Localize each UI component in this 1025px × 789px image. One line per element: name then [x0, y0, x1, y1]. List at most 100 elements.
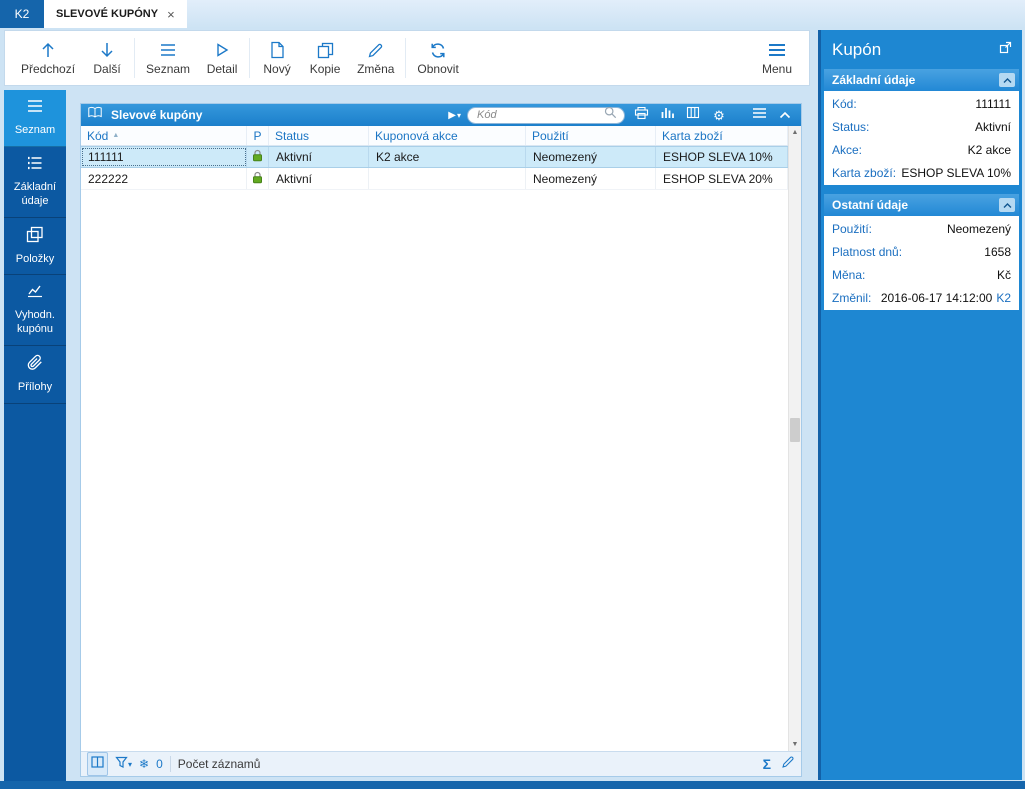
new-button[interactable]: Nový — [253, 33, 301, 83]
section-header[interactable]: Základní údaje — [824, 69, 1019, 91]
scroll-up-icon[interactable]: ▲ — [789, 126, 801, 139]
printer-icon — [634, 106, 649, 125]
previous-button[interactable]: Předchozí — [13, 33, 83, 83]
play-icon: ▶ — [448, 109, 456, 121]
sidebar-item-polozky[interactable]: Položky — [4, 218, 66, 276]
column-header-kod[interactable]: Kód ▲ — [81, 126, 247, 145]
refresh-button-label: Obnovit — [417, 62, 459, 76]
column-header-status[interactable]: Status — [269, 126, 369, 145]
caret-down-icon: ▾ — [456, 110, 461, 120]
field-value: K2 akce — [967, 142, 1011, 157]
toolbar-separator — [134, 38, 136, 78]
field-value: 2016-06-17 14:12:00 K2 — [881, 291, 1011, 305]
print-button[interactable] — [631, 106, 651, 124]
collapse-button[interactable] — [775, 106, 795, 124]
field-value: 111111 — [975, 96, 1011, 111]
lock-icon — [252, 171, 263, 187]
refresh-button[interactable]: Obnovit — [409, 33, 466, 83]
grid-title: Slevové kupóny — [111, 108, 203, 122]
column-header-karta-zbozi[interactable]: Karta zboží — [656, 126, 788, 145]
table-row[interactable]: 222222 Aktivní Neomezený ESHOP SLEVA 20% — [81, 168, 788, 190]
tab-label: SLEVOVÉ KUPÓNY — [56, 8, 159, 20]
sum-icon[interactable]: Σ — [763, 756, 771, 772]
columns-button[interactable] — [683, 106, 703, 124]
coupon-detail-panel: Kupón Základní údaje Kód: 111111 Status:… — [818, 30, 1022, 780]
search-input[interactable] — [475, 108, 600, 122]
field-value: Aktivní — [974, 119, 1011, 134]
bottom-strip — [0, 781, 1025, 789]
bar-chart-icon — [660, 106, 674, 124]
previous-button-label: Předchozí — [21, 62, 76, 76]
chevron-up-icon — [779, 106, 791, 124]
tab-slevove-kupony[interactable]: SLEVOVÉ KUPÓNY × — [44, 0, 187, 28]
pencil-icon — [367, 40, 384, 60]
chevron-up-icon — [1003, 198, 1012, 212]
open-in-window-button[interactable] — [999, 41, 1012, 59]
field-label: Karta zboží: — [832, 165, 897, 180]
column-header-p[interactable]: P — [247, 126, 269, 145]
detail-view-button[interactable]: Detail — [198, 33, 246, 83]
column-header-pouziti[interactable]: Použití — [526, 126, 656, 145]
list-icon — [159, 40, 177, 60]
scrollbar-thumb[interactable] — [790, 418, 800, 442]
search-icon — [604, 106, 617, 124]
filter-button[interactable]: ▾ — [115, 755, 132, 773]
columns-icon — [686, 106, 700, 124]
column-header-row: Kód ▲ P Status Kuponová akce Použití Kar… — [81, 126, 788, 146]
field-value-text: 2016-06-17 14:12:00 — [880, 290, 993, 305]
section-title: Ostatní údaje — [832, 198, 909, 212]
filter-icon — [115, 755, 128, 773]
section-ostatni-udaje: Ostatní údaje Použití: Neomezený Platnos… — [824, 194, 1019, 310]
frozen-rows-indicator[interactable]: ❄ — [139, 758, 149, 770]
cell-lock — [247, 147, 269, 167]
edit-indicator-button[interactable] — [781, 755, 795, 774]
field-value: 1658 — [984, 244, 1011, 259]
chart-button[interactable] — [657, 106, 677, 124]
close-icon[interactable]: × — [167, 7, 175, 22]
refresh-icon — [429, 40, 447, 60]
new-document-icon — [269, 40, 285, 60]
vertical-scrollbar[interactable]: ▲ ▼ — [788, 126, 801, 751]
pane-toggle-button[interactable] — [87, 752, 108, 776]
sidebar-item-prilohy[interactable]: Přílohy — [4, 346, 66, 404]
list-view-button[interactable]: Seznam — [138, 33, 198, 83]
edit-button[interactable]: Změna — [349, 33, 402, 83]
scroll-down-icon[interactable]: ▼ — [789, 738, 801, 751]
play-outline-icon — [214, 40, 230, 60]
new-button-label: Nový — [263, 62, 291, 76]
cell-karta-zbozi: ESHOP SLEVA 10% — [656, 147, 788, 167]
settings-button[interactable]: ⚙ — [709, 106, 729, 124]
column-label: Kód — [87, 128, 109, 143]
field-value: ESHOP SLEVA 10% — [901, 165, 1011, 180]
sidebar-item-seznam[interactable]: Seznam — [4, 90, 66, 147]
field-label: Status: — [832, 119, 870, 134]
items-icon — [26, 226, 44, 248]
column-header-kuponova-akce[interactable]: Kuponová akce — [369, 126, 526, 145]
field-mena: Měna: Kč — [824, 263, 1019, 286]
field-label: Platnost dnů: — [832, 244, 903, 259]
tab-k2[interactable]: K2 — [0, 0, 44, 28]
list-icon — [25, 98, 45, 119]
toolbar-separator — [249, 38, 251, 78]
field-label: Akce: — [832, 142, 863, 157]
field-karta-zbozi: Karta zboží: ESHOP SLEVA 10% — [824, 161, 1019, 184]
section-header[interactable]: Ostatní údaje — [824, 194, 1019, 216]
grid-menu-button[interactable] — [749, 106, 769, 124]
field-akce: Akce: K2 akce — [824, 138, 1019, 161]
cell-pouziti: Neomezený — [526, 168, 656, 189]
collapse-section-button[interactable] — [999, 73, 1015, 87]
table-row[interactable]: 111111 Aktivní K2 akce Neomezený ESHOP S… — [81, 146, 788, 168]
next-button[interactable]: Další — [83, 33, 131, 83]
related-records-button[interactable]: ▶ ▾ — [448, 110, 461, 121]
book-icon — [87, 106, 103, 124]
copy-button[interactable]: Kopie — [301, 33, 349, 83]
field-label: Změnil: — [832, 290, 872, 305]
field-zmenil: Změnil: 2016-06-17 14:12:00 K2 — [824, 286, 1019, 309]
sidebar-item-vyhodnoceni-kuponu[interactable]: Vyhodn. kupónu — [4, 275, 66, 346]
collapse-section-button[interactable] — [999, 198, 1015, 212]
cell-lock — [247, 168, 269, 189]
field-kod: Kód: 111111 — [824, 92, 1019, 115]
sidebar-item-zakladni-udaje[interactable]: Základní údaje — [4, 147, 66, 218]
menu-icon — [767, 40, 787, 60]
menu-button[interactable]: Menu — [753, 33, 801, 83]
